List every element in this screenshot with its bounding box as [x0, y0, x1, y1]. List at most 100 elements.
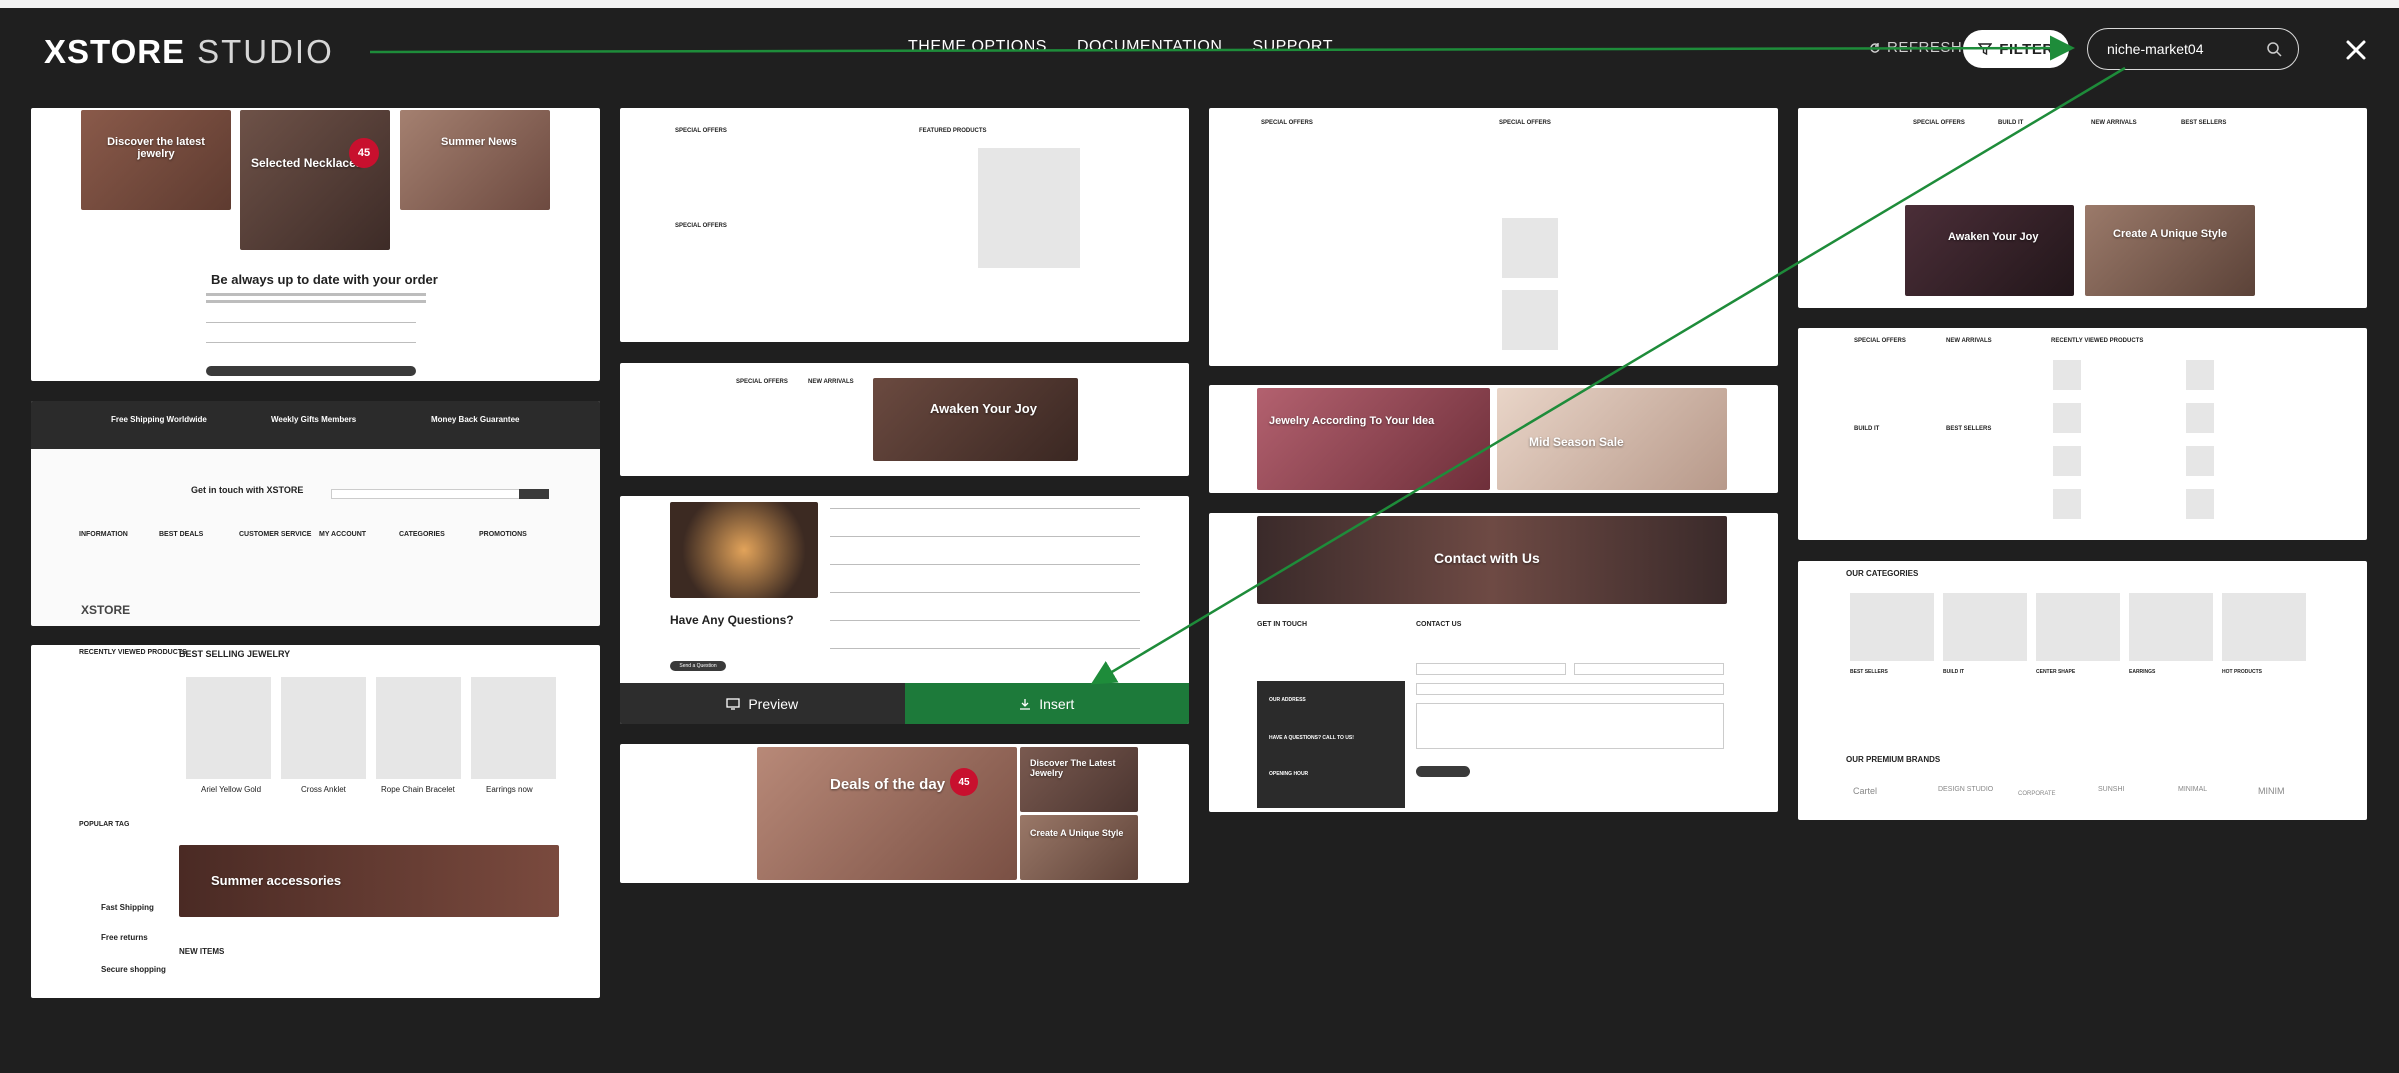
- template-card-13[interactable]: OUR CATEGORIES BEST SELLERS BUILD IT CEN…: [1798, 561, 2367, 820]
- search-input[interactable]: [2107, 41, 2257, 57]
- category-name: CENTER SHAPE: [2036, 669, 2076, 675]
- template-thumb-7: Deals of the day 45 Discover The Latest …: [620, 744, 1189, 883]
- faq-line: [830, 564, 1140, 565]
- menu-col: SPECIAL OFFERS: [1854, 338, 1906, 344]
- input-line: [206, 342, 416, 343]
- product-thumb: [2186, 446, 2214, 476]
- text-line: [206, 300, 426, 303]
- idea-banner-text: Jewelry According To Your Idea: [1269, 415, 1435, 427]
- footer-col: PROMOTIONS: [479, 531, 527, 538]
- template-card-11[interactable]: SPECIAL OFFERS BUILD IT NEW ARRIVALS BES…: [1798, 108, 2367, 308]
- product-thumb: [2053, 489, 2081, 519]
- name-input: [1416, 663, 1566, 675]
- hero-image-2: [240, 110, 390, 250]
- faq-line: [830, 508, 1140, 509]
- category-name: HOT PRODUCTS: [2222, 669, 2262, 675]
- input-line: [206, 322, 416, 323]
- contact-title: Get in touch with XSTORE: [191, 485, 304, 495]
- menu-col: NEW ARRIVALS: [1946, 338, 1992, 344]
- product-name: Rope Chain Bracelet: [381, 785, 455, 794]
- close-icon[interactable]: [2342, 36, 2370, 64]
- preview-button[interactable]: Preview: [620, 683, 905, 724]
- category-image: [1943, 593, 2027, 661]
- nav-documentation[interactable]: DOCUMENTATION: [1077, 38, 1222, 56]
- footer-col: INFORMATION: [79, 531, 128, 538]
- template-thumb-2: Free Shipping Worldwide Weekly Gifts Mem…: [31, 401, 600, 626]
- template-thumb-4: SPECIAL OFFERS FEATURED PRODUCTS SPECIAL…: [620, 108, 1189, 342]
- preview-label: Preview: [748, 695, 799, 712]
- popular-tag-title: POPULAR TAG: [79, 821, 130, 828]
- footer-col: CATEGORIES: [399, 531, 445, 538]
- brand-logo: SUNSHI: [2098, 786, 2125, 793]
- template-card-9[interactable]: Jewelry According To Your Idea Mid Seaso…: [1209, 385, 1778, 493]
- menu-col: SPECIAL OFFERS: [675, 128, 727, 134]
- template-thumb-13: OUR CATEGORIES BEST SELLERS BUILD IT CEN…: [1798, 561, 2367, 820]
- track-button: [206, 366, 416, 376]
- menu-col: BEST SELLERS: [2181, 120, 2227, 126]
- refresh-button[interactable]: REFRESH: [1869, 39, 1962, 56]
- faq-line: [830, 620, 1140, 621]
- perk-2: Free returns: [101, 933, 148, 942]
- menu-col: BEST SELLERS: [1946, 426, 1992, 432]
- hero-image-1: [81, 110, 231, 210]
- template-card-12[interactable]: SPECIAL OFFERS NEW ARRIVALS RECENTLY VIE…: [1798, 328, 2367, 540]
- refresh-icon: [1870, 42, 1880, 53]
- nav-support[interactable]: SUPPORT: [1252, 38, 1333, 56]
- template-card-8[interactable]: SPECIAL OFFERS SPECIAL OFFERS: [1209, 108, 1778, 366]
- product-image: [1502, 218, 1558, 278]
- hero-image-3: [400, 110, 550, 210]
- awaken-banner: [873, 378, 1078, 461]
- categories-title: OUR CATEGORIES: [1846, 569, 1919, 578]
- send-button: [1416, 766, 1470, 777]
- awaken-text: Awaken Your Joy: [1948, 231, 2039, 243]
- address-title: OUR ADDRESS: [1269, 697, 1306, 703]
- menu-col: BUILD IT: [1998, 120, 2024, 126]
- template-thumb-3: RECENTLY VIEWED PRODUCTS BEST SELLING JE…: [31, 645, 600, 998]
- deals-badge: 45: [950, 768, 978, 796]
- lamp-image: [670, 502, 818, 598]
- template-card-4[interactable]: SPECIAL OFFERS FEATURED PRODUCTS SPECIAL…: [620, 108, 1189, 342]
- newsletter-button: [519, 489, 549, 499]
- search-box[interactable]: [2087, 28, 2299, 70]
- contact-banner-text: Contact with Us: [1434, 550, 1540, 566]
- filter-button[interactable]: FILTER: [1963, 30, 2069, 68]
- product-image: [1502, 290, 1558, 350]
- text-line: [206, 293, 426, 296]
- template-thumb-10: Contact with Us GET IN TOUCH CONTACT US …: [1209, 513, 1778, 812]
- template-card-10[interactable]: Contact with Us GET IN TOUCH CONTACT US …: [1209, 513, 1778, 812]
- perk-3: Secure shopping: [101, 965, 166, 974]
- side-image-2: [1020, 815, 1138, 880]
- template-card-3[interactable]: RECENTLY VIEWED PRODUCTS BEST SELLING JE…: [31, 645, 600, 998]
- faq-line: [830, 536, 1140, 537]
- category-image: [1850, 593, 1934, 661]
- brands-title: OUR PREMIUM BRANDS: [1846, 755, 1941, 764]
- contact-us-title: CONTACT US: [1416, 621, 1462, 628]
- discount-badge: 45: [349, 138, 379, 168]
- awaken-image: [1905, 205, 2074, 296]
- template-card-5[interactable]: SPECIAL OFFERS NEW ARRIVALS Awaken Your …: [620, 363, 1189, 476]
- template-card-1[interactable]: Discover the latest jewelry Selected Nec…: [31, 108, 600, 381]
- brand-logo: MINIMAL: [2178, 786, 2208, 793]
- search-icon[interactable]: [2266, 41, 2282, 57]
- menu-col: SPECIAL OFFERS: [675, 223, 727, 229]
- side-text-1: Discover The Latest Jewelry: [1030, 758, 1116, 778]
- template-card-6[interactable]: Have Any Questions? Send a Question Prev…: [620, 496, 1189, 724]
- template-thumb-1: Discover the latest jewelry Selected Nec…: [31, 108, 600, 381]
- nav-theme-options[interactable]: THEME OPTIONS: [908, 38, 1047, 56]
- hero-text-3: Summer News: [441, 136, 517, 148]
- side-text-2: Create A Unique Style: [1030, 828, 1124, 838]
- product-name: Earrings now: [486, 785, 533, 794]
- template-thumb-8: SPECIAL OFFERS SPECIAL OFFERS: [1209, 108, 1778, 366]
- studio-logo: XSTORE STUDIO: [44, 32, 334, 72]
- footer-logo: XSTORE: [81, 603, 131, 617]
- brand-logo: CORPORATE: [2018, 791, 2056, 797]
- template-card-2[interactable]: Free Shipping Worldwide Weekly Gifts Mem…: [31, 401, 600, 626]
- product-thumb: [2186, 360, 2214, 390]
- brand-logo: DESIGN STUDIO: [1938, 786, 1994, 793]
- menu-col: NEW ARRIVALS: [2091, 120, 2137, 126]
- category-image: [2129, 593, 2213, 661]
- template-card-7[interactable]: Deals of the day 45 Discover The Latest …: [620, 744, 1189, 883]
- category-name: EARRINGS: [2129, 669, 2156, 675]
- feature-1: Free Shipping Worldwide: [111, 415, 207, 424]
- insert-button[interactable]: Insert: [904, 683, 1189, 724]
